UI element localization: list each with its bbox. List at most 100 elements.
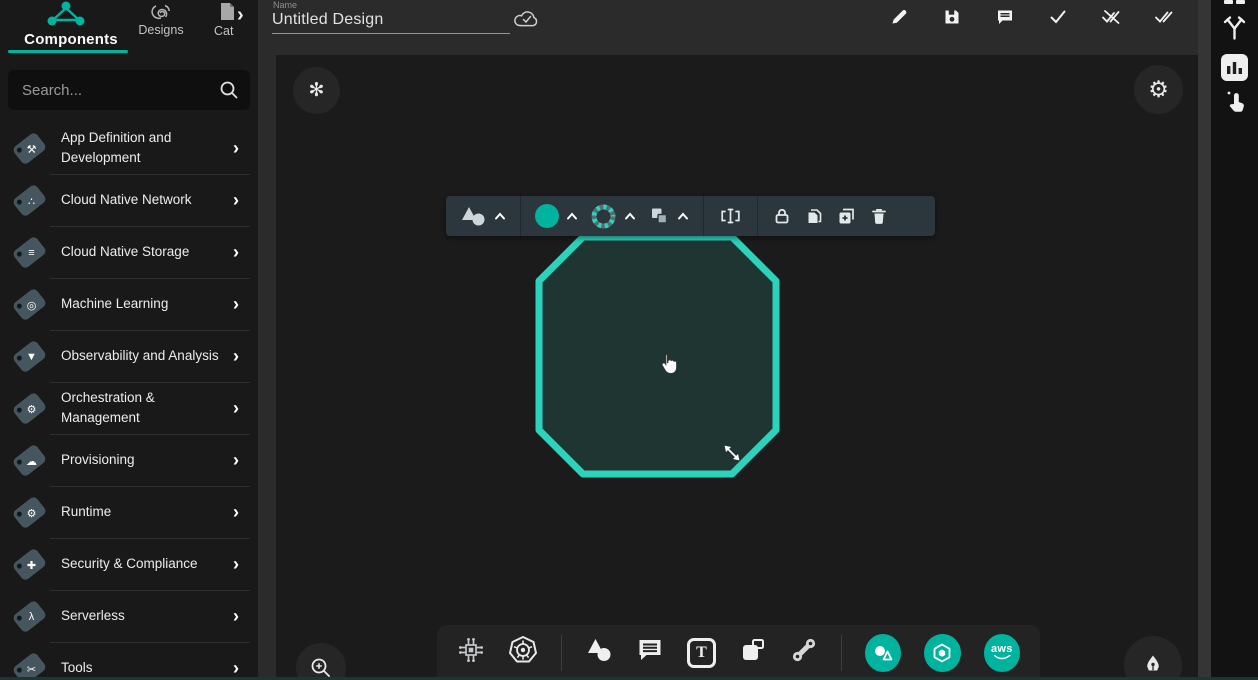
- edit-button[interactable]: [888, 6, 910, 28]
- catalog-doc-icon: [217, 1, 237, 22]
- category-label: Observability and Analysis: [61, 346, 221, 366]
- trash-icon: [869, 206, 889, 226]
- lock-button[interactable]: [772, 206, 792, 226]
- category-label: Provisioning: [61, 450, 221, 470]
- bar-chart-icon: [1226, 60, 1243, 75]
- text-tool[interactable]: T: [687, 638, 716, 668]
- chart-panel-button[interactable]: [1221, 54, 1248, 81]
- chevron-up-icon: [566, 212, 578, 220]
- category-label: Cloud Native Storage: [61, 242, 221, 262]
- category-item-provisioning[interactable]: ☁ Provisioning ›: [0, 434, 258, 486]
- category-list: ⚒ App Definition and Development › ∴ Clo…: [0, 122, 258, 680]
- arrange-layers-icon: [648, 205, 670, 227]
- chevron-right-icon: ›: [233, 606, 248, 627]
- kubernetes-badge[interactable]: [924, 634, 960, 672]
- tag-icon: ⚒: [8, 127, 50, 169]
- tag-icon: ✚: [8, 543, 50, 585]
- category-item-app-definition[interactable]: ⚒ App Definition and Development ›: [0, 122, 258, 174]
- grid-partial-icon[interactable]: [1224, 0, 1245, 6]
- category-item-runtime[interactable]: ⚙ Runtime ›: [0, 486, 258, 538]
- double-check-icon: [1154, 7, 1175, 27]
- note-tool[interactable]: [739, 636, 767, 669]
- arrange-button[interactable]: [648, 205, 689, 227]
- gear-icon: ⚙: [1148, 76, 1169, 103]
- scrollbar[interactable]: [1198, 0, 1211, 680]
- designs-rose-icon: [147, 2, 173, 24]
- save-button[interactable]: [941, 6, 963, 28]
- category-item-orchestration[interactable]: ⚙ Orchestration & Management ›: [0, 382, 258, 434]
- category-label: Serverless: [61, 606, 221, 626]
- circuit-icon: [457, 636, 485, 664]
- touch-mode-button[interactable]: [1222, 89, 1247, 116]
- category-item-tools[interactable]: ✂ Tools ›: [0, 642, 258, 680]
- tag-icon: ∴: [8, 179, 50, 221]
- hand-cursor-icon: [656, 351, 680, 379]
- shape-picker-button[interactable]: [459, 204, 506, 228]
- kubernetes-tool[interactable]: [508, 635, 538, 670]
- category-item-serverless[interactable]: λ Serverless ›: [0, 590, 258, 642]
- category-glyph-icon: ▼: [8, 335, 50, 377]
- pencil-icon: [889, 7, 909, 27]
- tab-catalog[interactable]: Cat: [214, 24, 233, 38]
- chevron-right-icon: ›: [233, 242, 248, 263]
- pen-nib-icon: [1140, 652, 1166, 678]
- fill-color-button[interactable]: [535, 204, 578, 228]
- header-actions: [888, 6, 1175, 28]
- uncheck-all-button[interactable]: [1100, 6, 1122, 28]
- copy-button[interactable]: [804, 206, 824, 226]
- category-glyph-icon: ⚒: [8, 127, 50, 169]
- delete-button[interactable]: [869, 206, 889, 226]
- component-circuit-tool[interactable]: [457, 636, 485, 669]
- comment-button[interactable]: [994, 6, 1016, 28]
- zoom-in-button[interactable]: [296, 643, 346, 680]
- category-item-cloud-native-network[interactable]: ∴ Cloud Native Network ›: [0, 174, 258, 226]
- comment-tool[interactable]: [636, 636, 664, 669]
- shapes-tool[interactable]: [585, 636, 613, 669]
- check-all-button[interactable]: [1153, 6, 1175, 28]
- kubernetes-helm-icon: [508, 635, 538, 665]
- y-branch-button[interactable]: [1222, 15, 1247, 42]
- search-input[interactable]: [8, 70, 250, 110]
- comment-icon: [995, 7, 1015, 27]
- tag-icon: ◎: [8, 283, 50, 325]
- category-item-machine-learning[interactable]: ◎ Machine Learning ›: [0, 278, 258, 330]
- tag-icon: ≡: [8, 231, 50, 273]
- tab-components[interactable]: Components: [13, 31, 129, 48]
- rename-button[interactable]: [718, 206, 743, 226]
- category-label: Cloud Native Network: [61, 190, 221, 210]
- components-network-icon: [38, 0, 94, 28]
- chevron-up-icon: [494, 212, 506, 220]
- stroke-color-button[interactable]: [590, 203, 636, 230]
- save-icon: [942, 7, 962, 27]
- aws-badge[interactable]: aws: [984, 634, 1020, 672]
- copy-add-icon: [836, 206, 857, 227]
- search-icon[interactable]: [219, 80, 239, 100]
- app-window: ✻ ⚙: [0, 0, 1258, 680]
- category-label: Machine Learning: [61, 294, 221, 314]
- category-item-security[interactable]: ✚ Security & Compliance ›: [0, 538, 258, 590]
- text-tool-label: T: [696, 644, 707, 662]
- design-name-input[interactable]: Untitled Design: [272, 11, 384, 29]
- chevron-right-icon: ›: [233, 554, 248, 575]
- dock-divider: [561, 635, 562, 671]
- category-label: Runtime: [61, 502, 221, 522]
- tabs-scroll-right-icon[interactable]: ›: [237, 4, 244, 27]
- meshery-shapes-badge[interactable]: [865, 634, 901, 672]
- chevron-right-icon: ›: [233, 190, 248, 211]
- check-button[interactable]: [1047, 6, 1069, 28]
- resize-handle-icon[interactable]: [721, 442, 743, 464]
- pen-nib-button[interactable]: [1124, 636, 1182, 680]
- chevron-right-icon: ›: [233, 502, 248, 523]
- edge-tool[interactable]: [790, 636, 818, 669]
- design-canvas[interactable]: ✻ ⚙: [276, 55, 1198, 680]
- category-label: Tools: [61, 658, 221, 678]
- copy-add-button[interactable]: [836, 206, 857, 227]
- tag-icon: ✂: [8, 647, 50, 680]
- canvas-settings-button[interactable]: ⚙: [1134, 65, 1183, 114]
- flower-button[interactable]: ✻: [293, 67, 340, 114]
- category-item-observability[interactable]: ▼ Observability and Analysis ›: [0, 330, 258, 382]
- tools-dock: T: [437, 625, 1040, 680]
- category-glyph-icon: ☁: [8, 439, 50, 481]
- tab-designs[interactable]: Designs: [133, 23, 189, 37]
- category-item-cloud-native-storage[interactable]: ≡ Cloud Native Storage ›: [0, 226, 258, 278]
